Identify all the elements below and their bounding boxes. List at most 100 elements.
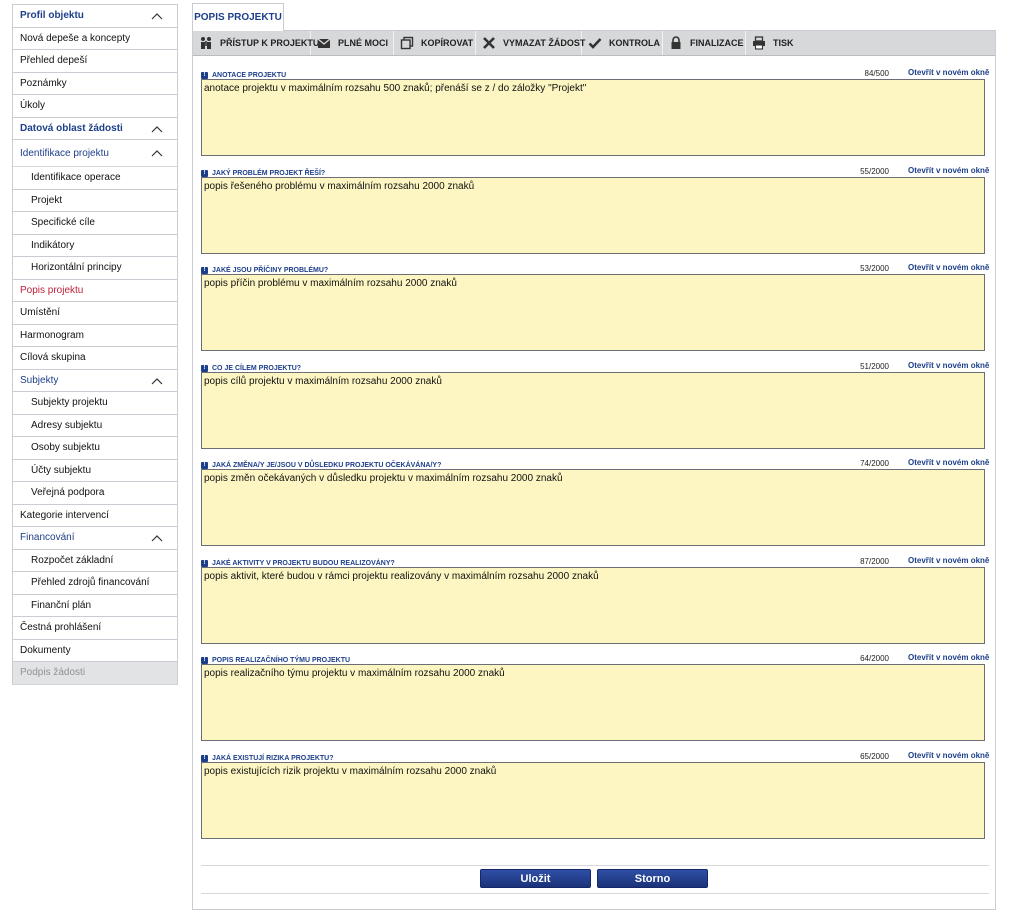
sidebar-item-label: Dokumenty [20, 644, 71, 656]
sidebar-item-cestna-prohlaseni[interactable]: Čestná prohlášení [13, 617, 177, 640]
open-in-new-window-link[interactable]: Otevřít v novém okně [908, 263, 989, 272]
sidebar-section-profil-objektu[interactable]: Profil objektu [13, 5, 177, 28]
cancel-button[interactable]: Storno [597, 869, 708, 888]
character-counter: 51/2000 [860, 362, 889, 371]
sidebar-item-label: Osoby subjektu [31, 442, 100, 454]
sidebar-item-financni-plan[interactable]: Finanční plán [13, 595, 177, 617]
delete-application-button[interactable]: VYMAZAT ŽÁDOST [476, 31, 585, 55]
sidebar-item-specificke-cile[interactable]: Specifické cíle [13, 212, 177, 235]
aktivity-textarea[interactable]: popis aktivit, které budou v rámci proje… [201, 567, 985, 644]
character-counter: 84/500 [864, 69, 889, 78]
sidebar-item-adresy-subjektu[interactable]: Adresy subjektu [13, 415, 177, 437]
sidebar-item-kategorie-intervenci[interactable]: Kategorie intervencí [13, 505, 177, 527]
sidebar-item-prehled-zdroju[interactable]: Přehled zdrojů financování [13, 572, 177, 595]
sidebar-item-label: Indikátory [31, 239, 75, 251]
sidebar-item-umisteni[interactable]: Umístění [13, 302, 177, 325]
copy-button[interactable]: KOPÍROVAT [394, 31, 476, 55]
tab-label: POPIS PROJEKTU [194, 12, 282, 23]
toolbar-button-label: KONTROLA [609, 38, 660, 48]
toolbar-button-label: FINALIZACE [690, 38, 744, 48]
info-icon: ! [201, 71, 208, 79]
info-icon: ! [201, 266, 208, 274]
field-label-text: JAKÝ PROBLÉM PROJEKT ŘEŠÍ? [212, 169, 326, 177]
print-button[interactable]: TISK [746, 31, 808, 55]
sidebar-section-identifikace-projektu[interactable]: Identifikace projektu [13, 140, 177, 167]
sidebar-item-projekt[interactable]: Projekt [13, 190, 177, 212]
open-in-new-window-link[interactable]: Otevřít v novém okně [908, 751, 989, 760]
access-to-project-button[interactable]: PŘÍSTUP K PROJEKTU [193, 31, 319, 55]
sidebar-item-label: Čestná prohlášení [20, 622, 102, 634]
toolbar: PŘÍSTUP K PROJEKTU PLNÉ MOCI KOPÍROVAT V… [193, 31, 995, 56]
sidebar-item-indikatory[interactable]: Indikátory [13, 235, 177, 257]
open-in-new-window-link[interactable]: Otevřít v novém okně [908, 68, 989, 77]
open-in-new-window-link[interactable]: Otevřít v novém okně [908, 653, 989, 662]
sidebar-item-rozpocet-zakladni[interactable]: Rozpočet základní [13, 550, 177, 572]
finalize-button[interactable]: FINALIZACE [663, 31, 746, 55]
sidebar-item-label: Přehled depeší [20, 55, 88, 67]
open-in-new-window-link[interactable]: Otevřít v novém okně [908, 458, 989, 467]
sidebar-item-label: Subjekty [20, 374, 59, 386]
info-icon: ! [201, 656, 208, 664]
envelope-icon [317, 38, 331, 48]
field-label-text: JAKÁ ZMĚNA/Y JE/JSOU V DŮSLEDKU PROJEKTU… [212, 461, 442, 469]
sidebar-item-identifikace-operace[interactable]: Identifikace operace [13, 167, 177, 190]
sidebar-section-datova-oblast[interactable]: Datová oblast žádosti [13, 118, 177, 140]
sidebar-item-label: Datová oblast žádosti [20, 122, 123, 134]
sidebar-item-popis-projektu[interactable]: Popis projektu [13, 280, 177, 302]
realizacni-tym-textarea[interactable]: popis realizačního týmu projektu v maxim… [201, 664, 985, 741]
info-icon: ! [201, 364, 208, 372]
sidebar-item-label: Kategorie intervencí [20, 509, 109, 521]
sidebar-item-label: Přehled zdrojů financování [31, 577, 150, 589]
check-button[interactable]: KONTROLA [582, 31, 663, 55]
sidebar-item-label: Poznámky [20, 77, 67, 89]
sidebar-section-subjekty[interactable]: Subjekty [13, 370, 177, 392]
sidebar-item-label: Popis projektu [20, 284, 84, 296]
sidebar-item-label: Adresy subjektu [31, 419, 103, 431]
sidebar-item-dokumenty[interactable]: Dokumenty [13, 640, 177, 662]
sidebar-item-verejna-podpora[interactable]: Veřejná podpora [13, 482, 177, 505]
chevron-up-icon [151, 150, 163, 157]
sidebar-nav: Profil objektu Nová depeše a koncepty Př… [12, 4, 178, 685]
people-icon [201, 37, 211, 49]
sidebar-item-harmonogram[interactable]: Harmonogram [13, 325, 177, 347]
anotace-projektu-textarea[interactable]: anotace projektu v maximálním rozsahu 50… [201, 79, 985, 156]
zmena-textarea[interactable]: popis změn očekávaných v důsledku projek… [201, 469, 985, 546]
sidebar-item-osoby-subjektu[interactable]: Osoby subjektu [13, 437, 177, 460]
problem-textarea[interactable]: popis řešeného problému v maximálním roz… [201, 177, 985, 254]
priciny-textarea[interactable]: popis příčin problému v maximálním rozsa… [201, 274, 985, 351]
chevron-up-icon [151, 125, 163, 132]
cil-textarea[interactable]: popis cílů projektu v maximálním rozsahu… [201, 372, 985, 449]
info-icon: ! [201, 461, 208, 469]
sidebar-item-ucty-subjektu[interactable]: Účty subjektu [13, 460, 177, 482]
field-label-text: CO JE CÍLEM PROJEKTU? [212, 364, 302, 372]
sidebar-item-ukoly[interactable]: Úkoly [13, 95, 177, 118]
tab-popis-projektu[interactable]: POPIS PROJEKTU [192, 3, 284, 31]
open-in-new-window-link[interactable]: Otevřít v novém okně [908, 361, 989, 370]
open-in-new-window-link[interactable]: Otevřít v novém okně [908, 556, 989, 565]
info-icon: ! [201, 169, 208, 177]
sidebar-item-label: Harmonogram [20, 329, 84, 341]
sidebar-section-financovani[interactable]: Financování [13, 527, 177, 550]
power-of-attorney-button[interactable]: PLNÉ MOCI [311, 31, 394, 55]
sidebar-item-subjekty-projektu[interactable]: Subjekty projektu [13, 392, 177, 415]
cross-icon [483, 37, 495, 49]
sidebar-item-cilova-skupina[interactable]: Cílová skupina [13, 347, 177, 370]
sidebar-item-label: Cílová skupina [20, 352, 86, 364]
character-counter: 55/2000 [860, 167, 889, 176]
sidebar-item-label: Specifické cíle [31, 217, 95, 229]
field-label-text: JAKÉ JSOU PŘÍČINY PROBLÉMU? [212, 266, 329, 274]
chevron-up-icon [151, 13, 163, 20]
sidebar-item-poznamky[interactable]: Poznámky [13, 73, 177, 95]
save-button[interactable]: Uložit [480, 869, 591, 888]
character-counter: 74/2000 [860, 459, 889, 468]
main-content: POPIS PROJEKTU PŘÍSTUP K PROJEKTU PLNÉ M… [192, 3, 996, 910]
sidebar-item-label: Podpis žádosti [20, 667, 86, 679]
sidebar-item-nova-depese[interactable]: Nová depeše a koncepty [13, 28, 177, 50]
sidebar-item-label: Horizontální principy [31, 262, 122, 274]
sidebar-item-horizontalni-principy[interactable]: Horizontální principy [13, 257, 177, 280]
open-in-new-window-link[interactable]: Otevřít v novém okně [908, 166, 989, 175]
sidebar-item-label: Rozpočet základní [31, 554, 114, 566]
sidebar-item-prehled-depesi[interactable]: Přehled depeší [13, 50, 177, 73]
character-counter: 64/2000 [860, 654, 889, 663]
rizika-textarea[interactable]: popis existujících rizik projektu v maxi… [201, 762, 985, 839]
